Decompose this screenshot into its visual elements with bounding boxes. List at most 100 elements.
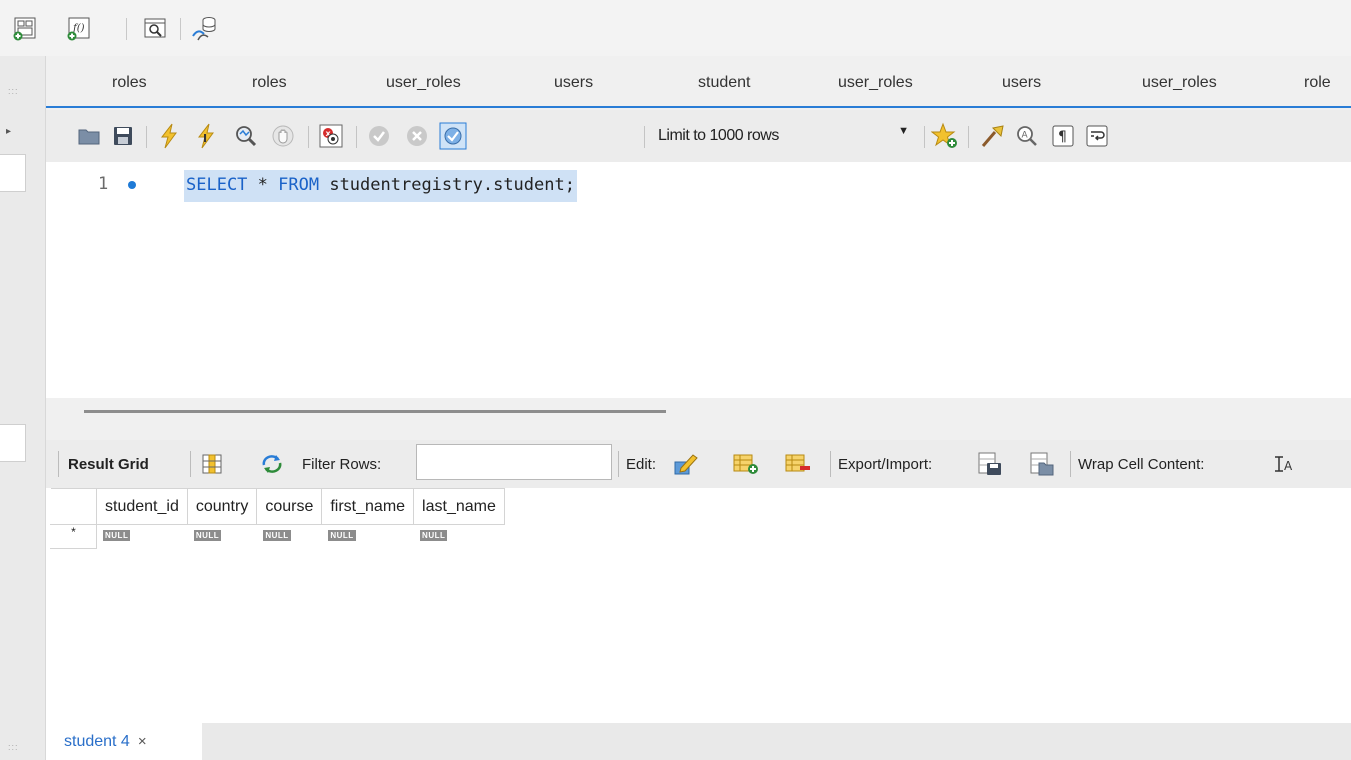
table-cell[interactable]: NULL bbox=[96, 524, 188, 549]
chevron-down-icon[interactable]: ▼ bbox=[898, 125, 909, 137]
refresh-icon[interactable] bbox=[258, 450, 286, 478]
toggle-stop-on-error-icon[interactable]: x bbox=[316, 121, 346, 151]
limit-rows-label: Limit to 1000 rows bbox=[658, 127, 779, 144]
sql-editor[interactable]: 1 SELECT * FROM studentregistry.student; bbox=[46, 162, 1351, 398]
wrap-cell-toggle-icon[interactable]: A bbox=[1270, 450, 1298, 478]
edit-row-icon[interactable] bbox=[672, 450, 700, 478]
import-icon[interactable] bbox=[1028, 450, 1056, 478]
limit-rows-select[interactable]: Limit to 1000 rows ▼ bbox=[652, 122, 917, 150]
reconnect-database-icon[interactable] bbox=[190, 14, 220, 44]
sidebar-panel-edge bbox=[0, 424, 26, 462]
statement-marker-icon bbox=[128, 181, 136, 189]
insert-row-icon[interactable] bbox=[732, 450, 760, 478]
result-tab-bar: student 4 × bbox=[46, 723, 1351, 760]
find-replace-icon[interactable]: A bbox=[1012, 121, 1042, 151]
sql-table-name: studentregistry.student; bbox=[319, 175, 575, 195]
sidebar-expand-icon[interactable]: ▸ bbox=[6, 126, 11, 137]
add-snippet-star-icon[interactable] bbox=[930, 121, 960, 151]
toolbar-separator bbox=[180, 18, 181, 40]
beautify-icon[interactable] bbox=[978, 121, 1008, 151]
svg-text:A: A bbox=[1284, 459, 1293, 473]
new-row-marker[interactable]: * bbox=[50, 524, 97, 549]
column-header-first-name[interactable]: first_name bbox=[321, 488, 415, 525]
null-badge: NULL bbox=[193, 530, 222, 541]
null-badge: NULL bbox=[328, 530, 356, 541]
table-cell[interactable]: NULL bbox=[321, 524, 414, 549]
filter-rows-label: Filter Rows: bbox=[302, 456, 382, 473]
toolbar-separator bbox=[356, 126, 357, 148]
export-import-label: Export/Import: bbox=[838, 456, 933, 473]
row-header-corner[interactable] bbox=[50, 488, 97, 525]
result-tab-student[interactable]: student 4 × bbox=[46, 723, 202, 760]
query-tab[interactable]: roles bbox=[112, 74, 147, 92]
word-wrap-icon[interactable] bbox=[1082, 121, 1112, 151]
column-header-course[interactable]: course bbox=[256, 488, 323, 525]
save-icon[interactable] bbox=[108, 121, 138, 151]
table-row[interactable]: * NULL NULL NULL NULL NULL bbox=[50, 524, 505, 549]
commit-icon[interactable] bbox=[364, 121, 394, 151]
left-sidebar-strip: ::: ▸ bbox=[0, 56, 46, 760]
grid-columns-icon[interactable] bbox=[198, 450, 226, 478]
table-cell[interactable]: NULL bbox=[256, 524, 322, 549]
result-grid-tab[interactable]: Result Grid bbox=[68, 456, 149, 473]
editor-result-splitter[interactable] bbox=[46, 398, 1351, 434]
edit-label: Edit: bbox=[626, 456, 657, 473]
sql-keyword-select: SELECT bbox=[186, 175, 248, 195]
column-header-country[interactable]: country bbox=[186, 488, 258, 525]
open-folder-icon[interactable] bbox=[74, 121, 104, 151]
toolbar-separator bbox=[190, 451, 191, 477]
explain-icon[interactable] bbox=[230, 121, 260, 151]
inspect-icon[interactable] bbox=[140, 14, 170, 44]
toolbar-separator bbox=[126, 18, 127, 40]
column-header-last-name[interactable]: last_name bbox=[413, 488, 505, 525]
column-header-student-id[interactable]: student_id bbox=[96, 488, 188, 525]
result-tab-label: student 4 bbox=[64, 732, 130, 750]
sql-keyword-from: FROM bbox=[278, 175, 320, 195]
sidebar-grip-icon[interactable]: ::: bbox=[8, 86, 19, 96]
query-tab[interactable]: user_roles bbox=[1142, 74, 1217, 92]
rollback-icon[interactable] bbox=[402, 121, 432, 151]
invisible-characters-icon[interactable]: ¶ bbox=[1048, 121, 1078, 151]
null-badge: NULL bbox=[420, 530, 448, 541]
stop-icon[interactable] bbox=[268, 121, 298, 151]
table-header-row: student_id country course first_name las… bbox=[50, 488, 505, 525]
execute-icon[interactable] bbox=[154, 121, 184, 151]
execute-current-statement-icon[interactable]: I bbox=[192, 121, 222, 151]
svg-text:I: I bbox=[203, 132, 207, 145]
result-grid[interactable]: student_id country course first_name las… bbox=[46, 488, 1351, 723]
query-tab[interactable]: users bbox=[554, 74, 593, 92]
toolbar-separator bbox=[924, 126, 925, 148]
horizontal-scrollbar[interactable] bbox=[84, 410, 666, 413]
query-tab[interactable]: user_roles bbox=[386, 74, 461, 92]
toolbar-separator bbox=[644, 126, 645, 148]
wrap-cell-content-label: Wrap Cell Content: bbox=[1078, 456, 1205, 473]
filter-rows-input[interactable] bbox=[416, 444, 612, 480]
query-tab[interactable]: users bbox=[1002, 74, 1041, 92]
null-badge: NULL bbox=[103, 530, 131, 541]
new-function-icon[interactable]: f() bbox=[64, 14, 94, 44]
svg-text:¶: ¶ bbox=[1058, 129, 1067, 145]
table-cell[interactable]: NULL bbox=[186, 524, 257, 549]
query-tab[interactable]: student bbox=[698, 74, 750, 92]
query-tab[interactable]: role bbox=[1304, 74, 1331, 92]
panel-grip-icon[interactable]: ::: bbox=[8, 742, 19, 752]
new-sql-tab-icon[interactable] bbox=[10, 14, 40, 44]
sql-statement[interactable]: SELECT * FROM studentregistry.student; bbox=[184, 170, 577, 202]
sql-editor-toolbar: I x Limit to 1000 rows ▼ A ¶ bbox=[46, 110, 1351, 162]
toolbar-separator bbox=[968, 126, 969, 148]
main-toolbar: f() bbox=[0, 0, 1351, 56]
null-badge: NULL bbox=[263, 530, 291, 541]
toolbar-separator bbox=[146, 126, 147, 148]
query-tab[interactable]: user_roles bbox=[838, 74, 913, 92]
query-tab[interactable]: roles bbox=[252, 74, 287, 92]
toolbar-separator bbox=[830, 451, 831, 477]
delete-row-icon[interactable] bbox=[784, 450, 812, 478]
toggle-autocommit-icon[interactable] bbox=[438, 121, 468, 151]
table-cell[interactable]: NULL bbox=[413, 524, 505, 549]
close-icon[interactable]: × bbox=[138, 733, 147, 750]
query-tab-bar: roles roles user_roles users student use… bbox=[46, 56, 1351, 108]
toolbar-separator bbox=[308, 126, 309, 148]
export-icon[interactable] bbox=[976, 450, 1004, 478]
result-table: student_id country course first_name las… bbox=[50, 488, 505, 549]
sql-star: * bbox=[247, 175, 279, 195]
